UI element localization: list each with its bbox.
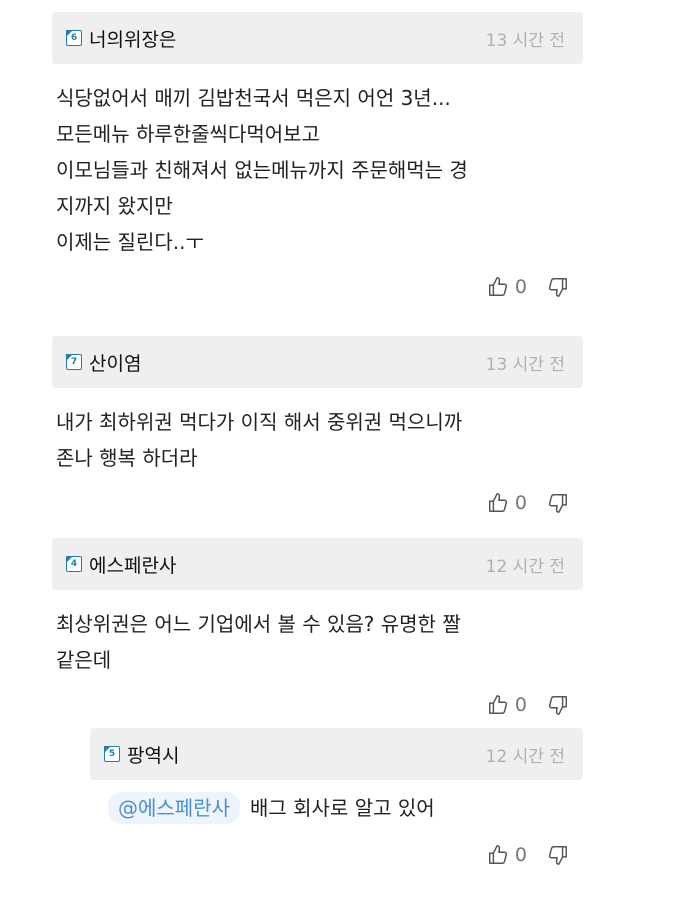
dislike-button[interactable] [547,844,569,866]
like-count: 0 [514,844,527,866]
like-button[interactable]: 0 [487,844,527,866]
vote-bar: 0 [90,840,583,870]
level-badge-icon: 4 [66,556,82,572]
like-button[interactable]: 0 [487,694,527,716]
comment-author[interactable]: 6 너의위장은 [66,25,176,52]
reply-comment: 5 팡역시 12 시간 전 @에스페란사 배그 회사로 알고 있어 0 [90,728,583,870]
comment: 7 산이염 13 시간 전 내가 최하위권 먹다가 이직 해서 중위권 먹으니까… [52,336,583,518]
mention-tag[interactable]: @에스페란사 [108,792,240,824]
reply-text: 배그 회사로 알고 있어 [250,796,435,820]
thumbs-up-icon [488,845,508,864]
level-badge-icon: 7 [66,354,82,370]
thumbs-down-icon [548,278,567,297]
dislike-button[interactable] [547,694,569,716]
dislike-button[interactable] [547,276,569,298]
comment-line: 최상위권은 어느 기업에서 볼 수 있음? 유명한 짤 [56,612,461,636]
thumbs-down-icon [548,696,567,715]
comment-line: 존나 행복 하더라 [56,446,198,470]
comment-line: 모든메뉴 하루한줄씩다먹어보고 [56,122,320,146]
timestamp: 13 시간 전 [485,30,565,51]
thumbs-up-icon [488,695,508,714]
thumbs-down-icon [548,846,567,865]
comment-text: 내가 최하위권 먹다가 이직 해서 중위권 먹으니까 존나 행복 하더라 [52,388,583,476]
comment-line: 같은데 [56,648,112,672]
thumbs-up-icon [488,277,508,296]
comment: 4 에스페란사 12 시간 전 최상위권은 어느 기업에서 볼 수 있음? 유명… [52,538,583,720]
like-count: 0 [514,276,527,298]
username[interactable]: 산이염 [89,349,141,376]
comment-author[interactable]: 5 팡역시 [104,741,179,768]
vote-bar: 0 [52,690,583,720]
comment-text: @에스페란사 배그 회사로 알고 있어 [104,780,583,826]
level-badge-icon: 5 [104,746,120,762]
comment-line: 이모님들과 친해져서 없는메뉴까지 주문해먹는 경 [56,158,468,182]
timestamp: 12 시간 전 [485,556,565,577]
comment-line: 이제는 질린다..ㅜ [56,230,204,254]
thumbs-down-icon [548,494,567,513]
comment: 6 너의위장은 13 시간 전 식당없어서 매끼 김밥천국서 먹은지 어언 3년… [52,12,583,302]
username[interactable]: 너의위장은 [89,25,176,52]
dislike-button[interactable] [547,492,569,514]
like-count: 0 [514,492,527,514]
comment-header: 6 너의위장은 13 시간 전 [52,12,583,64]
username[interactable]: 에스페란사 [89,551,176,578]
comment-line: @에스페란사 배그 회사로 알고 있어 [108,790,583,826]
vote-bar: 0 [52,272,583,302]
comment-line: 지까지 왔지만 [56,194,173,218]
timestamp: 12 시간 전 [485,746,565,767]
comment-author[interactable]: 7 산이염 [66,349,141,376]
comment-line: 내가 최하위권 먹다가 이직 해서 중위권 먹으니까 [56,410,463,434]
comment-line: 식당없어서 매끼 김밥천국서 먹은지 어언 3년... [56,86,451,110]
like-button[interactable]: 0 [487,492,527,514]
thumbs-up-icon [488,493,508,512]
like-count: 0 [514,694,527,716]
comment-author[interactable]: 4 에스페란사 [66,551,176,578]
vote-bar: 0 [52,488,583,518]
comment-header: 5 팡역시 12 시간 전 [90,728,583,780]
timestamp: 13 시간 전 [485,354,565,375]
like-button[interactable]: 0 [487,276,527,298]
comment-header: 7 산이염 13 시간 전 [52,336,583,388]
comment-text: 식당없어서 매끼 김밥천국서 먹은지 어언 3년... 모든메뉴 하루한줄씩다먹… [52,64,583,260]
comment-text: 최상위권은 어느 기업에서 볼 수 있음? 유명한 짤 같은데 [52,590,583,678]
comment-header: 4 에스페란사 12 시간 전 [52,538,583,590]
username[interactable]: 팡역시 [127,741,179,768]
level-badge-icon: 6 [66,30,82,46]
